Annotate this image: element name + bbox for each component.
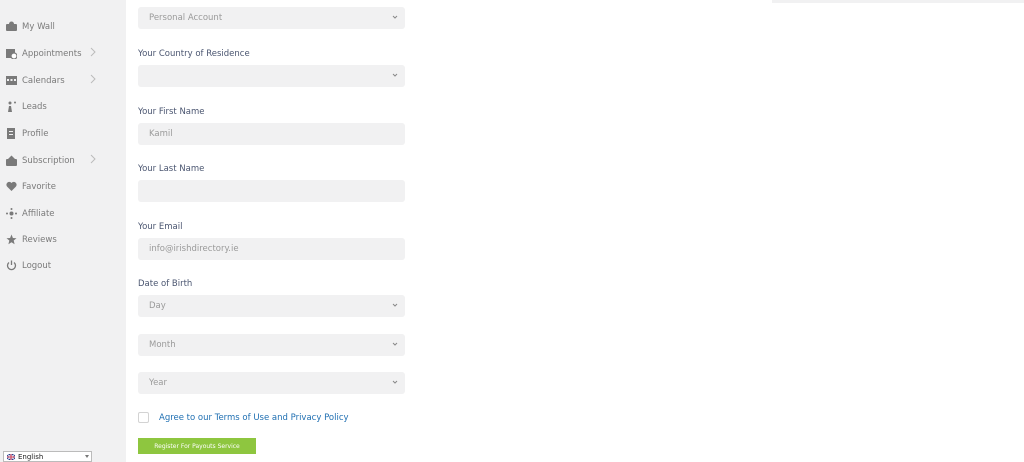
sidebar: My Wall Appointments Calendars Leads Pro… xyxy=(0,0,105,462)
sidebar-item-label: Subscription xyxy=(22,156,75,166)
last-name-input[interactable] xyxy=(138,180,405,202)
first-name-label: Your First Name xyxy=(138,107,205,117)
sidebar-item-label: Appointments xyxy=(22,49,82,59)
profile-icon xyxy=(6,128,17,139)
sidebar-item-my-wall[interactable]: My Wall xyxy=(0,17,105,37)
dob-month-value: Month xyxy=(149,340,176,350)
chevron-right-icon xyxy=(90,74,96,87)
star-icon xyxy=(6,234,17,245)
chevron-right-icon xyxy=(90,47,96,60)
appointments-icon xyxy=(6,48,17,59)
sidebar-item-favorite[interactable]: Favorite xyxy=(0,177,105,197)
calendar-icon xyxy=(6,75,17,86)
dob-year-value: Year xyxy=(149,378,167,388)
dob-month-select[interactable]: Month xyxy=(138,334,405,356)
last-name-label: Your Last Name xyxy=(138,164,205,174)
leads-icon xyxy=(6,101,17,112)
email-value: info@irishdirectory.ie xyxy=(149,244,239,254)
top-divider xyxy=(772,0,1024,3)
country-select[interactable] xyxy=(138,65,405,87)
dob-year-select[interactable]: Year xyxy=(138,372,405,394)
agree-checkbox[interactable] xyxy=(138,412,149,423)
language-label: English xyxy=(18,453,44,461)
affiliate-icon xyxy=(6,208,17,219)
dob-label: Date of Birth xyxy=(138,279,193,289)
uk-flag-icon xyxy=(7,454,15,460)
account-type-select[interactable]: Personal Account xyxy=(138,7,405,29)
sidebar-item-calendars[interactable]: Calendars xyxy=(0,71,105,91)
heart-icon xyxy=(6,181,17,192)
sidebar-item-leads[interactable]: Leads xyxy=(0,97,105,117)
agree-terms-link[interactable]: Agree to our Terms of Use and Privacy Po… xyxy=(159,413,349,423)
sidebar-item-label: Favorite xyxy=(22,182,56,192)
sidebar-item-profile[interactable]: Profile xyxy=(0,124,105,144)
sidebar-item-label: Leads xyxy=(22,102,47,112)
subscription-icon xyxy=(6,155,17,166)
sidebar-item-subscription[interactable]: Subscription xyxy=(0,151,105,171)
first-name-value: Kamil xyxy=(149,129,173,139)
language-select[interactable]: English xyxy=(3,451,92,462)
first-name-input[interactable]: Kamil xyxy=(138,123,405,145)
sidebar-item-logout[interactable]: Logout xyxy=(0,256,105,276)
power-icon xyxy=(6,260,17,271)
sidebar-item-label: Calendars xyxy=(22,76,65,86)
dob-day-select[interactable]: Day xyxy=(138,295,405,317)
chevron-down-icon xyxy=(85,455,89,458)
sidebar-item-appointments[interactable]: Appointments xyxy=(0,44,105,64)
chevron-down-icon xyxy=(392,342,398,346)
sidebar-item-affiliate[interactable]: Affiliate xyxy=(0,204,105,224)
sidebar-item-label: Logout xyxy=(22,261,52,271)
chevron-down-icon xyxy=(392,73,398,77)
email-label: Your Email xyxy=(138,222,183,232)
chevron-down-icon xyxy=(392,380,398,384)
chevron-down-icon xyxy=(392,15,398,19)
sidebar-item-label: My Wall xyxy=(22,22,55,32)
sidebar-item-reviews[interactable]: Reviews xyxy=(0,230,105,250)
sidebar-item-label: Affiliate xyxy=(22,209,55,219)
chevron-right-icon xyxy=(90,154,96,167)
sidebar-item-label: Profile xyxy=(22,129,49,139)
chevron-down-icon xyxy=(392,303,398,307)
sidebar-item-label: Reviews xyxy=(22,235,57,245)
dob-day-value: Day xyxy=(149,301,166,311)
register-button[interactable]: Register For Payouts Service xyxy=(138,438,256,454)
account-type-value: Personal Account xyxy=(149,13,223,23)
email-input[interactable]: info@irishdirectory.ie xyxy=(138,238,405,260)
wall-icon xyxy=(6,21,17,32)
country-label: Your Country of Residence xyxy=(138,49,250,59)
